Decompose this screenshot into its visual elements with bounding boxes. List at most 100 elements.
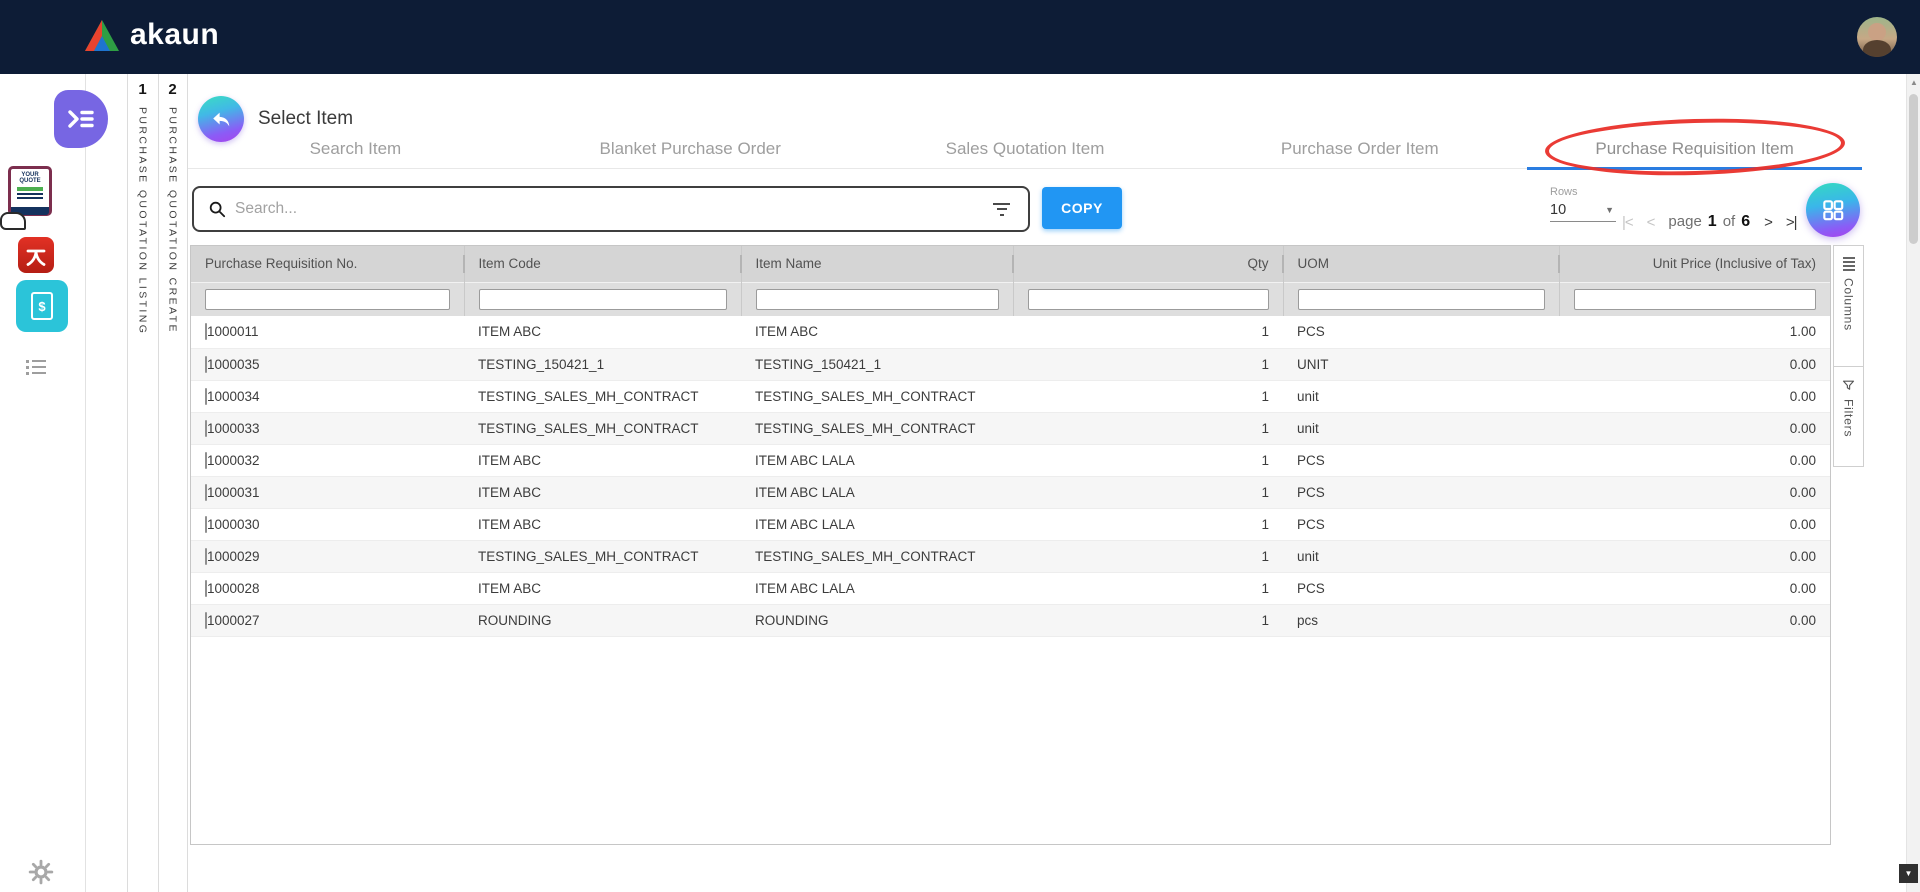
filters-button[interactable]: Filters [1833, 367, 1864, 467]
cell-unit-price: 0.00 [1559, 572, 1830, 604]
grid-view-button[interactable] [1806, 183, 1860, 237]
columns-button[interactable]: Columns [1833, 245, 1864, 367]
list-menu-icon[interactable] [26, 358, 50, 376]
cell-uom: pcs [1283, 604, 1559, 636]
table-row[interactable]: 1000034 TESTING_SALES_MH_CONTRACT TESTIN… [191, 380, 1830, 412]
tab-purchase-order-item[interactable]: Purchase Order Item [1192, 130, 1527, 168]
app-header: akaun [0, 0, 1920, 74]
workspace-tab-purchase-quotation-create[interactable]: 2 PURCHASE QUOTATION CREATE [158, 74, 187, 339]
scroll-down-button[interactable]: ▼ [1899, 864, 1918, 883]
cell-qty: 1 [1013, 572, 1283, 604]
divider [187, 74, 188, 892]
cell-unit-price: 1.00 [1559, 316, 1830, 348]
filter-funnel-icon [1841, 378, 1856, 393]
column-header-qty[interactable]: Qty [1013, 246, 1283, 282]
tab-label: Purchase Requisition Item [1595, 139, 1793, 159]
cell-item-code: ITEM ABC [464, 476, 741, 508]
cell-unit-price: 0.00 [1559, 380, 1830, 412]
filter-input-pr-no[interactable] [205, 289, 450, 310]
cell-uom: unit [1283, 540, 1559, 572]
table-row[interactable]: 1000032 ITEM ABC ITEM ABC LALA 1 PCS 0.0… [191, 444, 1830, 476]
table-row[interactable]: 1000011 ITEM ABC ITEM ABC 1 PCS 1.00 [191, 316, 1830, 348]
cell-pr-no: 1000032 [207, 453, 260, 468]
tab-label: Purchase Order Item [1281, 139, 1439, 159]
cell-item-code: ITEM ABC [464, 508, 741, 540]
workspace-tab-purchase-quotation-listing[interactable]: 1 PURCHASE QUOTATION LISTING [127, 74, 158, 340]
erp-app-icon[interactable] [18, 237, 54, 273]
scroll-up-icon[interactable]: ▲ [1907, 78, 1920, 87]
of-word: of [1723, 213, 1736, 230]
prev-page-button[interactable]: < [1647, 214, 1655, 231]
column-header-pr-no[interactable]: Purchase Requisition No. [191, 246, 464, 282]
tab-label: Search Item [310, 139, 402, 159]
settings-gear-icon[interactable] [27, 858, 55, 886]
last-page-button[interactable]: >| [1786, 214, 1797, 231]
user-avatar[interactable] [1857, 17, 1897, 57]
rows-per-page-select[interactable]: Rows 10 ▼ [1550, 186, 1616, 222]
first-page-button[interactable]: |< [1622, 214, 1633, 231]
tab-label: Blanket Purchase Order [599, 139, 780, 159]
scrollbar-thumb[interactable] [1909, 94, 1918, 244]
tab-sales-quotation-item[interactable]: Sales Quotation Item [858, 130, 1193, 168]
purchase-requisition-table: Purchase Requisition No. Item Code Item … [190, 245, 1831, 845]
cell-uom: PCS [1283, 508, 1559, 540]
cell-qty: 1 [1013, 508, 1283, 540]
cell-item-code: TESTING_SALES_MH_CONTRACT [464, 540, 741, 572]
table-side-tools: Columns Filters [1833, 245, 1864, 467]
column-filter-row [191, 282, 1830, 316]
page-title: Select Item [258, 108, 353, 130]
billing-app-icon[interactable]: $ [16, 280, 68, 332]
tab-blanket-purchase-order[interactable]: Blanket Purchase Order [523, 130, 858, 168]
tab-label: Sales Quotation Item [946, 139, 1105, 159]
cell-item-name: ITEM ABC LALA [741, 444, 1013, 476]
cell-pr-no: 1000028 [207, 581, 260, 596]
column-header-item-name[interactable]: Item Name [741, 246, 1013, 282]
cell-pr-no: 1000030 [207, 517, 260, 532]
akaun-triangle-icon [84, 19, 120, 52]
sidebar-expand-button[interactable] [54, 90, 108, 148]
filter-list-icon[interactable] [989, 199, 1014, 220]
cell-unit-price: 0.00 [1559, 604, 1830, 636]
search-input[interactable] [235, 200, 989, 218]
column-header-uom[interactable]: UOM [1283, 246, 1559, 282]
cell-item-name: ROUNDING [741, 604, 1013, 636]
dollar-glyph: $ [38, 299, 45, 314]
search-box [192, 186, 1030, 232]
table-row[interactable]: 1000031 ITEM ABC ITEM ABC LALA 1 PCS 0.0… [191, 476, 1830, 508]
table-row[interactable]: 1000027 ROUNDING ROUNDING 1 pcs 0.00 [191, 604, 1830, 636]
hand-graphic [0, 212, 26, 230]
table-row[interactable]: 1000030 ITEM ABC ITEM ABC LALA 1 PCS 0.0… [191, 508, 1830, 540]
column-header-item-code[interactable]: Item Code [464, 246, 741, 282]
cell-item-code: ITEM ABC [464, 316, 741, 348]
cell-item-name: TESTING_SALES_MH_CONTRACT [741, 380, 1013, 412]
cell-item-code: ITEM ABC [464, 444, 741, 476]
copy-button[interactable]: COPY [1042, 187, 1122, 229]
cell-unit-price: 0.00 [1559, 444, 1830, 476]
table-row[interactable]: 1000029 TESTING_SALES_MH_CONTRACT TESTIN… [191, 540, 1830, 572]
tab-search-item[interactable]: Search Item [188, 130, 523, 168]
quote-app-icon[interactable]: YOUR QUOTE [4, 166, 58, 224]
filter-input-uom[interactable] [1298, 289, 1545, 310]
vertical-scrollbar[interactable]: ▲ [1906, 74, 1920, 892]
total-pages: 6 [1741, 213, 1750, 231]
next-page-button[interactable]: > [1764, 214, 1772, 231]
table-row[interactable]: 1000028 ITEM ABC ITEM ABC LALA 1 PCS 0.0… [191, 572, 1830, 604]
filter-input-item-name[interactable] [756, 289, 999, 310]
page-status: page 1 of 6 [1668, 213, 1750, 231]
cell-pr-no: 1000011 [207, 324, 259, 339]
cell-uom: PCS [1283, 444, 1559, 476]
table-row[interactable]: 1000035 TESTING_150421_1 TESTING_150421_… [191, 348, 1830, 380]
cell-qty: 1 [1013, 604, 1283, 636]
columns-label: Columns [1842, 278, 1856, 343]
table-row[interactable]: 1000033 TESTING_SALES_MH_CONTRACT TESTIN… [191, 412, 1830, 444]
workspace-tab-label: PURCHASE QUOTATION CREATE [167, 107, 179, 334]
filter-input-unit-price[interactable] [1574, 289, 1817, 310]
filter-input-qty[interactable] [1028, 289, 1269, 310]
tab-purchase-requisition-item[interactable]: Purchase Requisition Item [1527, 130, 1862, 168]
column-header-unit-price[interactable]: Unit Price (Inclusive of Tax) [1559, 246, 1830, 282]
current-page: 1 [1708, 213, 1717, 231]
cell-pr-no: 1000031 [207, 485, 260, 500]
filter-input-item-code[interactable] [479, 289, 727, 310]
cell-pr-no: 1000027 [207, 613, 260, 628]
cell-pr-no: 1000035 [207, 357, 260, 372]
